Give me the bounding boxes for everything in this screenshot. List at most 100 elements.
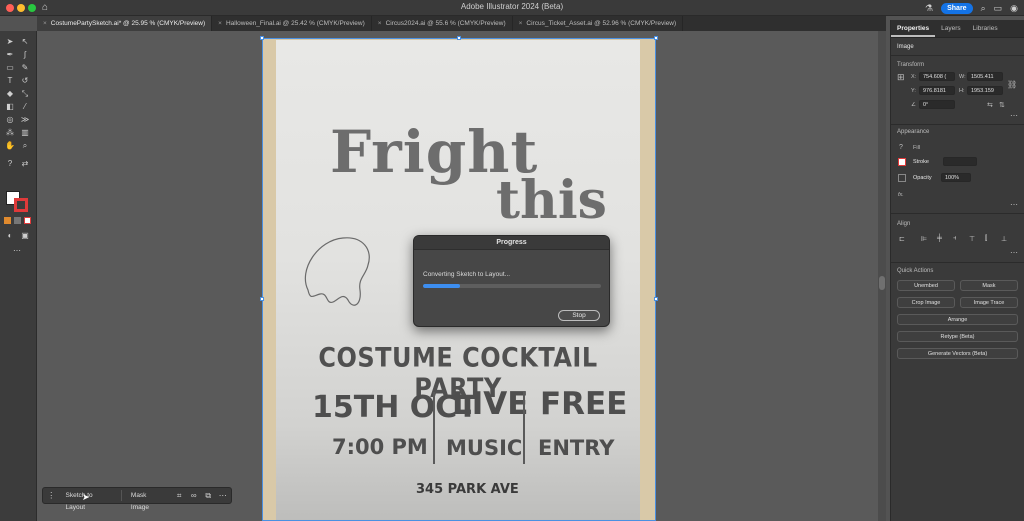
share-button[interactable]: Share [941,2,973,14]
resize-handle[interactable] [654,297,658,301]
pen-tool-icon[interactable]: ✒ [5,50,15,59]
h-field[interactable]: 1953.159 [967,86,1003,95]
eraser-tool-icon[interactable]: ◆ [5,89,15,98]
swap-colors-icon[interactable]: ⇄ [20,159,30,168]
stroke-label: Stroke [913,159,929,165]
search-icon[interactable]: ⌕ [981,3,986,14]
h-label: H: [959,88,965,94]
close-icon[interactable]: × [378,20,382,27]
more-tools-icon[interactable]: ⋯ [12,246,22,255]
fx-button[interactable]: fx. [898,192,904,198]
stroke-swatch[interactable] [14,198,28,212]
retype-button[interactable]: Retype (Beta) [897,331,1018,342]
x-field[interactable]: 754.608 ( [919,72,955,81]
stroke-weight-field[interactable] [943,157,977,166]
brush-tool-icon[interactable]: ✎ [20,63,30,72]
resize-handle[interactable] [260,36,264,40]
scale-tool-icon[interactable]: ⤡ [20,89,30,98]
none-mode-icon[interactable] [24,217,31,224]
flask-icon[interactable]: ⚗ [925,3,933,14]
fill-stroke-swatches[interactable] [6,191,30,213]
appearance-section-title: Appearance [897,129,930,135]
resize-handle[interactable] [457,36,461,40]
unembed-button[interactable]: Unembed [897,280,955,291]
document-tab[interactable]: × CostumePartySketch.ai* @ 25.95 % (CMYK/… [37,16,213,31]
profile-icon[interactable]: ◉ [1010,3,1018,14]
title-bar-actions: ⚗ Share ⌕ ▭ ◉ [925,1,1018,15]
mask-image-button[interactable]: Mask Image [126,490,170,511]
crop-icon[interactable]: ⌗ [174,491,185,501]
mask-button[interactable]: Mask [960,280,1018,291]
arrange-button[interactable]: Arrange [897,314,1018,325]
align-section-title: Align [897,221,911,227]
more-icon[interactable]: ⋯ [217,491,228,500]
align-top-icon[interactable]: ⊤ [969,235,975,243]
gradient-tool-icon[interactable]: ◧ [5,102,15,111]
align-left-icon[interactable]: ⊫ [921,235,927,243]
drag-handle-icon[interactable]: ⋮ [46,491,57,500]
direct-selection-tool-icon[interactable]: ↖ [20,37,30,46]
document-tabs: × CostumePartySketch.ai* @ 25.95 % (CMYK/… [37,16,886,31]
opacity-icon [898,174,906,182]
gutter-handle[interactable] [879,276,885,290]
align-center-v-icon[interactable]: ⫿ [985,235,987,243]
align-bottom-icon[interactable]: ⊥ [1001,235,1007,243]
graph-tool-icon[interactable]: ▥ [20,128,30,137]
type-tool-icon[interactable]: T [5,76,15,85]
rectangle-tool-icon[interactable]: ▭ [5,63,15,72]
stop-button[interactable]: Stop [558,310,600,321]
more-transform-icon[interactable]: ⋯ [1010,111,1018,120]
gradient-mode-icon[interactable] [14,217,21,224]
generate-vectors-button[interactable]: Generate Vectors (Beta) [897,348,1018,359]
curvature-tool-icon[interactable]: ∫ [20,50,30,59]
fill-question-icon[interactable]: ? [899,144,903,151]
resize-handle[interactable] [654,36,658,40]
tab-layers[interactable]: Layers [935,20,967,37]
quick-actions-title: Quick Actions [897,268,934,274]
flip-horizontal-icon[interactable]: ⇆ [987,101,993,109]
crop-image-button[interactable]: Crop Image [897,297,955,308]
reference-point-icon[interactable]: ⊞ [897,72,905,83]
question-icon[interactable]: ? [5,159,15,168]
shape-builder-tool-icon[interactable]: ◎ [5,115,15,124]
symbol-sprayer-tool-icon[interactable]: ⁂ [5,128,15,137]
document-tab[interactable]: × Halloween_Final.ai @ 25.42 % (CMYK/Prev… [212,16,372,31]
close-icon[interactable]: × [43,20,47,27]
rotate-tool-icon[interactable]: ↺ [20,76,30,85]
screen-mode-icon[interactable]: ▣ [20,231,30,240]
opacity-field[interactable]: 100% [941,173,971,182]
constrain-proportions-icon[interactable]: ⛓ [1007,80,1017,89]
document-tab[interactable]: × Circus2024.ai @ 55.6 % (CMYK/Preview) [372,16,513,31]
tab-libraries[interactable]: Libraries [967,20,1004,37]
more-appearance-icon[interactable]: ⋯ [1010,200,1018,209]
close-icon[interactable]: × [519,20,523,27]
tab-properties[interactable]: Properties [891,20,936,37]
color-mode-icon[interactable] [4,217,11,224]
link-icon[interactable]: ∞ [188,491,199,500]
eyedropper-tool-icon[interactable]: ⁄ [20,102,30,111]
blend-tool-icon[interactable]: ≫ [20,115,30,124]
flip-vertical-icon[interactable]: ⇅ [999,101,1005,109]
selection-tool-icon[interactable]: ➤ [5,37,15,46]
progress-bar-fill [423,284,461,288]
close-icon[interactable]: × [218,20,222,27]
hand-tool-icon[interactable]: ✋ [5,141,15,150]
opacity-label: Opacity [913,175,932,181]
panel-collapse-gutter[interactable] [878,31,886,521]
zoom-tool-icon[interactable]: ⌕ [20,141,30,150]
y-field[interactable]: 976.8181 [919,86,955,95]
document-tab[interactable]: × Circus_Ticket_Asset.ai @ 52.96 % (CMYK/… [513,16,684,31]
more-align-icon[interactable]: ⋯ [1010,248,1018,257]
resize-handle[interactable] [260,297,264,301]
align-center-h-icon[interactable]: ╪ [937,235,942,242]
image-trace-icon[interactable]: ⧉ [203,491,214,501]
align-to-icon[interactable]: ⊏ [899,235,905,243]
align-right-icon[interactable]: ⫞ [953,235,957,243]
stroke-swatch-icon[interactable] [898,158,906,166]
draw-mode-icon[interactable]: ◐ [5,231,15,240]
image-trace-button[interactable]: Image Trace [960,297,1018,308]
panels-icon[interactable]: ▭ [994,3,1003,14]
angle-field[interactable]: 0° [919,100,955,109]
divider [891,262,1024,263]
w-field[interactable]: 1505.411 [967,72,1003,81]
